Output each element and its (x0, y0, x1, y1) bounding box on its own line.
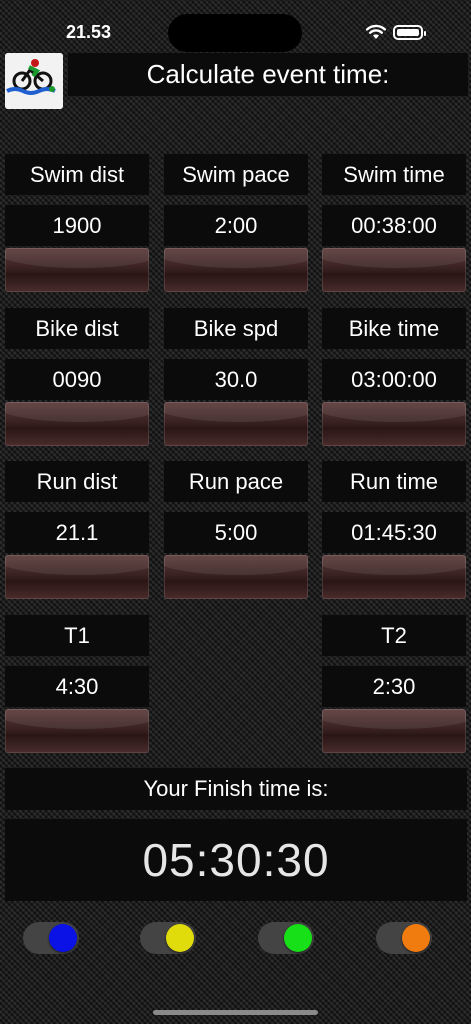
toggle-knob (49, 924, 77, 952)
t1-label: T1 (5, 615, 149, 656)
finish-time: 05:30:30 (5, 819, 467, 901)
bike-time-value: 03:00:00 (322, 359, 466, 400)
bike-spd-value: 30.0 (164, 359, 308, 400)
run-time-value: 01:45:30 (322, 512, 466, 553)
t2-slider[interactable] (322, 709, 466, 753)
swim-time-label: Swim time (322, 154, 466, 195)
run-pace-label: Run pace (164, 461, 308, 502)
bike-dist-slider[interactable] (5, 402, 149, 446)
swim-dist-value: 1900 (5, 205, 149, 246)
triathlon-logo (5, 53, 63, 109)
bike-spd-slider[interactable] (164, 402, 308, 446)
t2-label: T2 (322, 615, 466, 656)
run-time-slider[interactable] (322, 555, 466, 599)
toggle-knob (166, 924, 194, 952)
bike-spd-label: Bike spd (164, 308, 308, 349)
run-time-label: Run time (322, 461, 466, 502)
battery-icon (393, 25, 426, 40)
swim-time-value: 00:38:00 (322, 205, 466, 246)
bike-dist-value: 0090 (5, 359, 149, 400)
run-dist-slider[interactable] (5, 555, 149, 599)
wifi-icon (366, 24, 386, 39)
bike-time-slider[interactable] (322, 402, 466, 446)
toggle-yellow[interactable] (140, 922, 196, 954)
finish-label: Your Finish time is: (5, 768, 467, 810)
swim-time-slider[interactable] (322, 248, 466, 292)
swim-pace-value: 2:00 (164, 205, 308, 246)
swim-dist-slider[interactable] (5, 248, 149, 292)
t1-slider[interactable] (5, 709, 149, 753)
bike-time-label: Bike time (322, 308, 466, 349)
page-title: Calculate event time: (68, 53, 468, 96)
run-pace-value: 5:00 (164, 512, 308, 553)
bike-dist-label: Bike dist (5, 308, 149, 349)
notch (168, 14, 302, 52)
run-dist-label: Run dist (5, 461, 149, 502)
swim-pace-slider[interactable] (164, 248, 308, 292)
toggle-blue[interactable] (23, 922, 79, 954)
toggle-green[interactable] (258, 922, 314, 954)
swim-pace-label: Swim pace (164, 154, 308, 195)
home-indicator[interactable] (153, 1010, 318, 1015)
run-pace-slider[interactable] (164, 555, 308, 599)
t1-value: 4:30 (5, 666, 149, 707)
toggle-orange[interactable] (376, 922, 432, 954)
toggle-knob (402, 924, 430, 952)
t2-value: 2:30 (322, 666, 466, 707)
status-time: 21.53 (66, 22, 112, 42)
run-dist-value: 21.1 (5, 512, 149, 553)
swim-dist-label: Swim dist (5, 154, 149, 195)
toggle-knob (284, 924, 312, 952)
